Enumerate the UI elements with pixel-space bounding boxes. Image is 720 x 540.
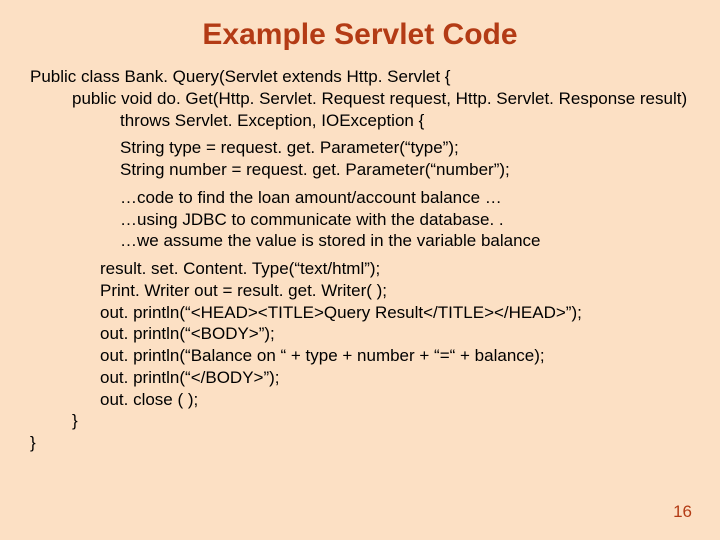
code-line: …code to find the loan amount/account ba… [30, 187, 690, 209]
code-line: throws Servlet. Exception, IOException { [30, 110, 690, 132]
slide: Example Servlet Code Public class Bank. … [0, 0, 720, 540]
code-line: } [30, 410, 690, 432]
code-line: …using JDBC to communicate with the data… [30, 209, 690, 231]
code-line: public void do. Get(Http. Servlet. Reque… [30, 88, 690, 110]
code-line: result. set. Content. Type(“text/html”); [30, 258, 690, 280]
code-block: Public class Bank. Query(Servlet extends… [30, 66, 690, 454]
code-line: String number = request. get. Parameter(… [30, 159, 690, 181]
code-line: out. println(“</BODY>”); [30, 367, 690, 389]
code-line: Print. Writer out = result. get. Writer(… [30, 280, 690, 302]
code-line: …we assume the value is stored in the va… [30, 230, 690, 252]
slide-title: Example Servlet Code [30, 18, 690, 52]
code-line: out. println(“<BODY>”); [30, 323, 690, 345]
code-line: } [30, 432, 690, 454]
code-line: out. println(“Balance on “ + type + numb… [30, 345, 690, 367]
code-line: out. close ( ); [30, 389, 690, 411]
code-line: Public class Bank. Query(Servlet extends… [30, 66, 690, 88]
page-number: 16 [673, 502, 692, 522]
code-line: out. println(“<HEAD><TITLE>Query Result<… [30, 302, 690, 324]
code-line: String type = request. get. Parameter(“t… [30, 137, 690, 159]
